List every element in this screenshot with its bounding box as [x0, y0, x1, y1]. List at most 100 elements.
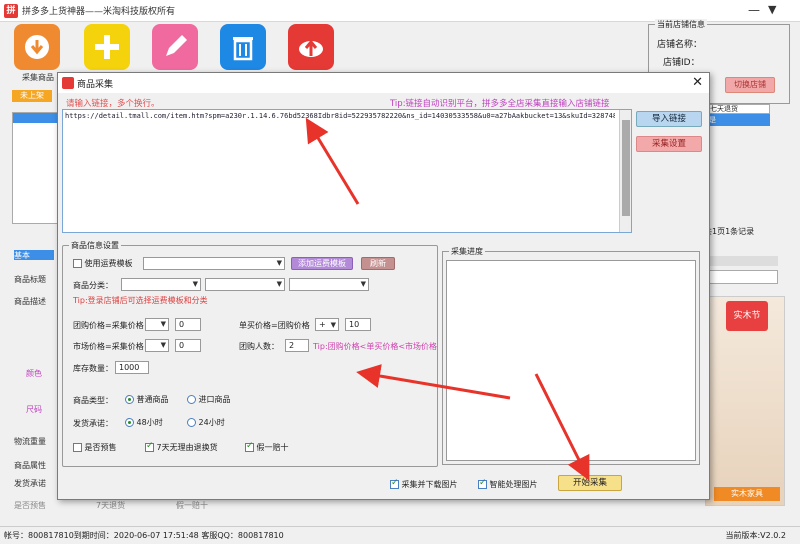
single-price-input[interactable]: 10	[345, 318, 371, 331]
bg-basic-tab[interactable]: 基本	[14, 250, 54, 260]
bg-tab-unlisted[interactable]: 未上架	[12, 90, 52, 102]
group-price-label: 团购价格=采集价格	[73, 321, 144, 330]
bg-grid-right: 七天退货 是	[706, 104, 770, 128]
window-menu-button[interactable]: ▼	[768, 3, 776, 16]
type-import-label: 进口商品	[198, 395, 231, 404]
collect-tool-button[interactable]	[14, 24, 60, 70]
url-scrollbar[interactable]	[619, 110, 631, 232]
return-7day-checkbox[interactable]	[145, 441, 154, 452]
url-value: https://detail.tmall.com/item.htm?spm=a2…	[65, 112, 615, 120]
bg-field-strip	[704, 256, 778, 266]
type-normal-radio[interactable]	[125, 395, 134, 404]
add-tool-button[interactable]	[84, 24, 130, 70]
cloud-download-icon	[25, 35, 49, 59]
bg-presale-check[interactable]: 是否预售	[14, 500, 46, 511]
status-bar: 帐号：800817810到期时间：2020-06-07 17:51:48 客服Q…	[0, 526, 800, 544]
progress-group: 采集进度	[442, 246, 700, 465]
bg-fake-check[interactable]: 假一赔十	[176, 500, 208, 511]
bg-product-image: 实木节 实木家具	[705, 296, 785, 506]
fake-compensation-checkbox[interactable]	[245, 441, 254, 452]
progress-log[interactable]	[446, 260, 696, 461]
group-count-label: 团购人数：	[239, 342, 279, 351]
category-select-1[interactable]	[121, 278, 201, 291]
presale-checkbox[interactable]	[73, 443, 82, 452]
start-collect-button[interactable]: 开始采集	[558, 475, 622, 491]
type-label: 商品类型：	[73, 396, 113, 405]
ship-24h-radio[interactable]	[187, 418, 196, 427]
bg-field[interactable]	[704, 270, 778, 284]
version-label: 当前版本:V2.0.2	[725, 531, 786, 540]
bg-7day-check[interactable]: 7天退货	[96, 500, 125, 511]
group-price-op-select[interactable]	[145, 318, 169, 331]
category-tip: Tip:登录店铺后可选择运费模板和分类	[73, 296, 208, 305]
use-template-checkbox[interactable]	[73, 259, 82, 268]
download-images-label: 采集并下载图片	[401, 480, 458, 489]
return-7day-label: 7天无理由退换货	[156, 443, 218, 452]
minimize-button[interactable]: —	[748, 3, 760, 17]
edit-tool-button[interactable]	[152, 24, 198, 70]
delete-tool-button[interactable]	[220, 24, 266, 70]
store-id-label: 店铺ID：	[663, 58, 700, 68]
template-select[interactable]	[143, 257, 285, 270]
single-price-op-select[interactable]: +	[315, 318, 339, 331]
dialog-title: 商品采集	[77, 79, 114, 90]
plus-icon	[95, 35, 119, 59]
cloud-upload-icon	[299, 39, 323, 57]
app-logo-icon: 拼	[4, 3, 18, 18]
dialog-titlebar: 商品采集 ✕	[58, 73, 709, 93]
collect-settings-button[interactable]: 采集设置	[636, 136, 702, 152]
settings-group-legend: 商品信息设置	[69, 240, 121, 251]
stock-label: 库存数量：	[73, 364, 113, 373]
group-count-input[interactable]: 2	[285, 339, 309, 352]
url-textarea[interactable]: https://detail.tmall.com/item.htm?spm=a2…	[62, 109, 632, 233]
download-images-checkbox[interactable]	[390, 478, 399, 489]
market-price-input[interactable]: 0	[175, 339, 201, 352]
collect-tool-label: 采集商品	[22, 73, 54, 82]
import-links-button[interactable]: 导入链接	[636, 111, 702, 127]
group-price-input[interactable]: 0	[175, 318, 201, 331]
smart-images-checkbox[interactable]	[478, 478, 487, 489]
url-hint: 请输入链接，多个换行。	[66, 99, 160, 109]
switch-store-button[interactable]: 切换店铺	[725, 77, 775, 93]
account-info: 帐号：800817810到期时间：2020-06-07 17:51:48 客服Q…	[4, 531, 284, 540]
use-template-label: 使用运费模板	[84, 259, 133, 268]
single-price-label: 单买价格=团购价格	[239, 321, 310, 330]
collect-dialog: 商品采集 ✕ 请输入链接，多个换行。 Tip:链接自动识别平台，拼多多全店采集直…	[57, 72, 710, 500]
pencil-icon	[166, 35, 187, 56]
stock-input[interactable]: 1000	[115, 361, 149, 374]
dialog-logo-icon	[62, 77, 74, 89]
bg-desc-label: 商品描述	[14, 297, 46, 306]
type-normal-label: 普通商品	[136, 395, 169, 404]
fake-compensation-label: 假一赔十	[256, 443, 289, 452]
bg-product-badge: 实木节	[726, 301, 768, 331]
ship-48h-label: 48小时	[136, 418, 163, 427]
refresh-button[interactable]: 刷新	[361, 257, 395, 270]
ship-48h-radio[interactable]	[125, 418, 134, 427]
add-template-button[interactable]: 添加运费模板	[291, 257, 353, 270]
type-import-radio[interactable]	[187, 395, 196, 404]
app-title: 拼多多上货神器——米淘科技版权所有	[22, 7, 176, 17]
ship-24h-label: 24小时	[198, 418, 225, 427]
upload-tool-button[interactable]	[288, 24, 334, 70]
store-name-label: 店铺名称：	[657, 40, 703, 50]
category-label: 商品分类：	[73, 281, 113, 290]
bg-grid-header: 七天退货	[706, 104, 770, 114]
bg-pager: 共1页1条记录	[704, 227, 755, 236]
market-price-op-select[interactable]	[145, 339, 169, 352]
bg-title-label: 商品标题	[14, 275, 46, 284]
trash-icon	[233, 37, 253, 61]
presale-label: 是否预售	[84, 443, 117, 452]
bg-color-label: 颜色	[26, 369, 42, 378]
category-select-2[interactable]	[205, 278, 285, 291]
category-select-3[interactable]	[289, 278, 369, 291]
ship-label: 发货承诺：	[73, 419, 113, 428]
bg-weight-label: 物流重量	[14, 437, 46, 446]
settings-group: 商品信息设置 使用运费模板 添加运费模板 刷新 商品分类： Tip:登录店铺后可…	[62, 240, 438, 467]
url-tip: Tip:链接自动识别平台，拼多多全店采集直接输入店铺链接	[390, 99, 610, 109]
bg-grid-row[interactable]: 是	[706, 114, 770, 126]
bg-ship-label: 发货承诺	[14, 479, 46, 488]
smart-images-label: 智能处理图片	[489, 480, 538, 489]
dialog-close-button[interactable]: ✕	[692, 75, 703, 90]
progress-legend: 采集进度	[449, 246, 485, 257]
bg-size-label: 尺码	[26, 405, 42, 414]
